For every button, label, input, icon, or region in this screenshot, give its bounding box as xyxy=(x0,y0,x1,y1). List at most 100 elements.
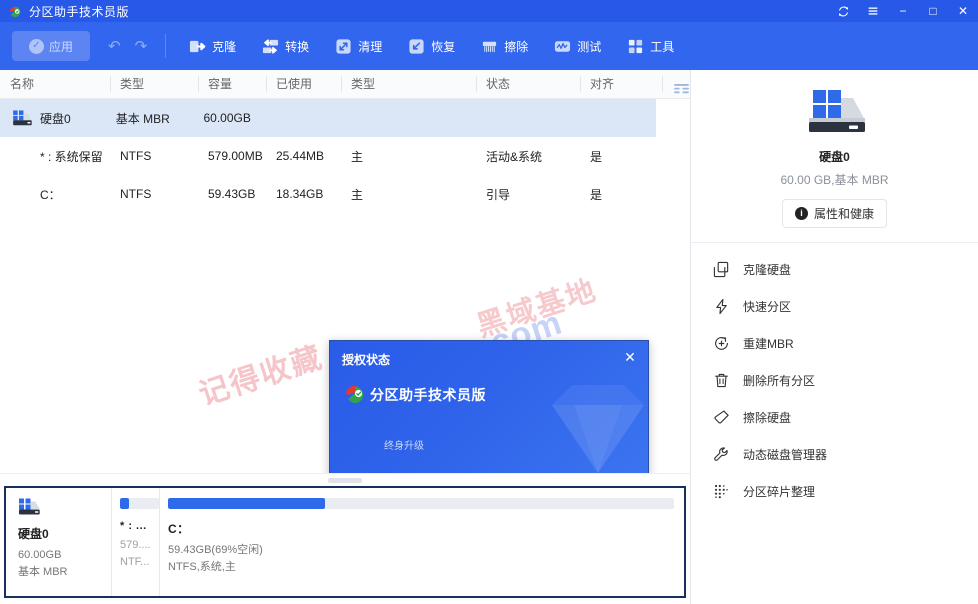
eraser-icon xyxy=(713,409,730,426)
clone-icon xyxy=(189,38,206,55)
disk-icon xyxy=(12,109,34,127)
column-chooser-icon xyxy=(673,78,689,94)
toolbar-item-wipe[interactable]: 擦除 xyxy=(472,33,537,60)
check-icon: ✓ xyxy=(28,38,44,54)
table-row[interactable]: * : 系统保留 NTFS 579.00MB 25.44MB 主 活动&系统 是 xyxy=(0,137,690,175)
toolbar-label: 工具 xyxy=(650,39,675,54)
cell-status: 引导 xyxy=(486,187,511,202)
toolbar-item-cleanup[interactable]: 清理 xyxy=(326,33,391,60)
title-bar: 分区助手技术员版 − □ ✕ xyxy=(0,0,978,22)
defrag-icon xyxy=(713,483,730,500)
partition-table-header: 名称 类型 容量 已使用 类型 状态 对齐 xyxy=(0,70,690,99)
disk-map-disk-name: 硬盘0 xyxy=(18,527,49,541)
sidebar-disk-title: 硬盘0 xyxy=(819,150,850,164)
disk-icon xyxy=(18,498,42,517)
toolbar-label: 清理 xyxy=(358,39,383,54)
sidebar-item-wipe-disk[interactable]: 擦除硬盘 xyxy=(691,399,978,436)
sidebar-item-label: 重建MBR xyxy=(743,337,794,351)
toolbar-item-tools[interactable]: 工具 xyxy=(618,33,683,60)
sidebar-item-delete-all-partitions[interactable]: 删除所有分区 xyxy=(691,362,978,399)
toolbar-item-convert[interactable]: 转换 xyxy=(253,33,318,60)
close-button[interactable]: ✕ xyxy=(948,0,978,22)
toolbar-item-recover[interactable]: 恢复 xyxy=(399,33,464,60)
table-row[interactable]: 硬盘0 基本 MBR 60.00GB xyxy=(0,99,656,137)
sidebar-item-label: 删除所有分区 xyxy=(743,374,816,388)
toolbar-label: 恢复 xyxy=(431,39,456,54)
sidebar-item-defragment[interactable]: 分区碎片整理 xyxy=(691,473,978,510)
recover-icon xyxy=(408,38,425,55)
partition-label: C： xyxy=(168,522,190,536)
window-title: 分区助手技术员版 xyxy=(29,4,130,19)
properties-health-button[interactable]: i 属性和健康 xyxy=(781,199,887,228)
toolbar-label: 转换 xyxy=(285,39,310,54)
column-header-used[interactable]: 已使用 xyxy=(266,70,341,98)
column-header-type2[interactable]: 类型 xyxy=(341,70,476,98)
sidebar-item-label: 动态磁盘管理器 xyxy=(743,448,828,462)
column-header-type1[interactable]: 类型 xyxy=(110,70,198,98)
cell-name: C： xyxy=(40,187,61,202)
panel-splitter[interactable] xyxy=(0,473,690,486)
column-header-aligned[interactable]: 对齐 xyxy=(580,70,662,98)
disk-map-area: 硬盘0 60.00GB 基本 MBR * : ... 579.... NTF..… xyxy=(0,486,690,604)
undo-button[interactable]: ↶ xyxy=(108,37,121,55)
column-header-name[interactable]: 名称 xyxy=(0,70,110,98)
apply-button[interactable]: ✓ 应用 xyxy=(12,31,90,61)
cell-used: 25.44MB xyxy=(276,149,325,163)
partition-size: 579.... xyxy=(120,539,151,551)
sidebar-item-rebuild-mbr[interactable]: 重建MBR xyxy=(691,325,978,362)
diamond-graphic xyxy=(552,385,644,473)
sidebar-item-dynamic-disk-manager[interactable]: 动态磁盘管理器 xyxy=(691,436,978,473)
cell-name: 硬盘0 xyxy=(40,111,71,126)
app-logo-icon xyxy=(8,4,22,18)
dialog-close-button[interactable]: ✕ xyxy=(621,348,639,366)
trash-icon xyxy=(713,372,730,389)
cell-type1: 基本 MBR xyxy=(115,111,170,126)
tools-icon xyxy=(627,38,644,55)
right-sidebar: 硬盘0 60.00 GB,基本 MBR i 属性和健康 克隆硬盘 快速分区 重建… xyxy=(691,70,978,604)
apply-button-label: 应用 xyxy=(48,39,73,54)
partition-usage-bar xyxy=(120,498,159,509)
disk-map-disk-info: 硬盘0 60.00GB 基本 MBR xyxy=(6,488,112,596)
undo-redo-group: ↶ ↷ xyxy=(108,37,147,55)
dialog-product-name: 分区助手技术员版 xyxy=(370,387,486,403)
disk-summary-card: 硬盘0 60.00 GB,基本 MBR i 属性和健康 xyxy=(691,70,978,243)
sidebar-disk-subtitle: 60.00 GB,基本 MBR xyxy=(780,173,889,187)
toolbar-item-clone[interactable]: 克隆 xyxy=(180,33,245,60)
disk-map-partition[interactable]: * : ... 579.... NTF... xyxy=(112,488,160,596)
window-controls: − □ ✕ xyxy=(828,0,978,22)
maximize-button[interactable]: □ xyxy=(918,0,948,22)
column-header-status[interactable]: 状态 xyxy=(476,70,580,98)
hamburger-icon[interactable] xyxy=(858,0,888,22)
cell-capacity: 579.00MB xyxy=(208,149,263,163)
sidebar-item-label: 克隆硬盘 xyxy=(743,263,792,277)
disk-map-disk-scheme: 基本 MBR xyxy=(18,566,68,578)
cell-capacity: 59.43GB xyxy=(208,187,256,201)
wipe-icon xyxy=(481,38,498,55)
refresh-icon[interactable] xyxy=(828,0,858,22)
disk-map[interactable]: 硬盘0 60.00GB 基本 MBR * : ... 579.... NTF..… xyxy=(4,486,686,598)
column-settings-button[interactable] xyxy=(662,70,690,98)
partition-fs: NTF... xyxy=(120,556,150,568)
sidebar-item-quick-partition[interactable]: 快速分区 xyxy=(691,288,978,325)
column-header-capacity[interactable]: 容量 xyxy=(198,70,266,98)
sidebar-item-label: 分区碎片整理 xyxy=(743,485,816,499)
cleanup-icon xyxy=(335,38,352,55)
disk-map-partition[interactable]: C： 59.43GB(69%空闲) NTFS,系统,主 xyxy=(160,488,684,596)
toolbar-item-test[interactable]: 测试 xyxy=(545,33,610,60)
redo-button[interactable]: ↷ xyxy=(135,37,148,55)
minimize-button[interactable]: − xyxy=(888,0,918,22)
cell-type1: NTFS xyxy=(120,149,152,163)
table-row[interactable]: C： NTFS 59.43GB 18.34GB 主 引导 是 xyxy=(0,175,690,213)
cell-type1: NTFS xyxy=(120,187,152,201)
sidebar-item-label: 擦除硬盘 xyxy=(743,411,792,425)
sidebar-action-list: 克隆硬盘 快速分区 重建MBR 删除所有分区 擦除硬盘 动态磁盘管理器 分区碎片… xyxy=(691,243,978,510)
product-logo-icon xyxy=(344,383,366,403)
cell-name: * : 系统保留 xyxy=(40,149,103,164)
clone-disk-icon xyxy=(713,261,730,278)
sidebar-item-clone-disk[interactable]: 克隆硬盘 xyxy=(691,251,978,288)
toolbar-label: 克隆 xyxy=(212,39,237,54)
dialog-title: 授权状态 xyxy=(342,353,391,367)
cell-type2: 主 xyxy=(351,149,364,164)
splitter-grip-icon xyxy=(328,477,362,483)
left-column: 名称 类型 容量 已使用 类型 状态 对齐 硬盘0 基本 MBR 60.00GB… xyxy=(0,70,691,604)
